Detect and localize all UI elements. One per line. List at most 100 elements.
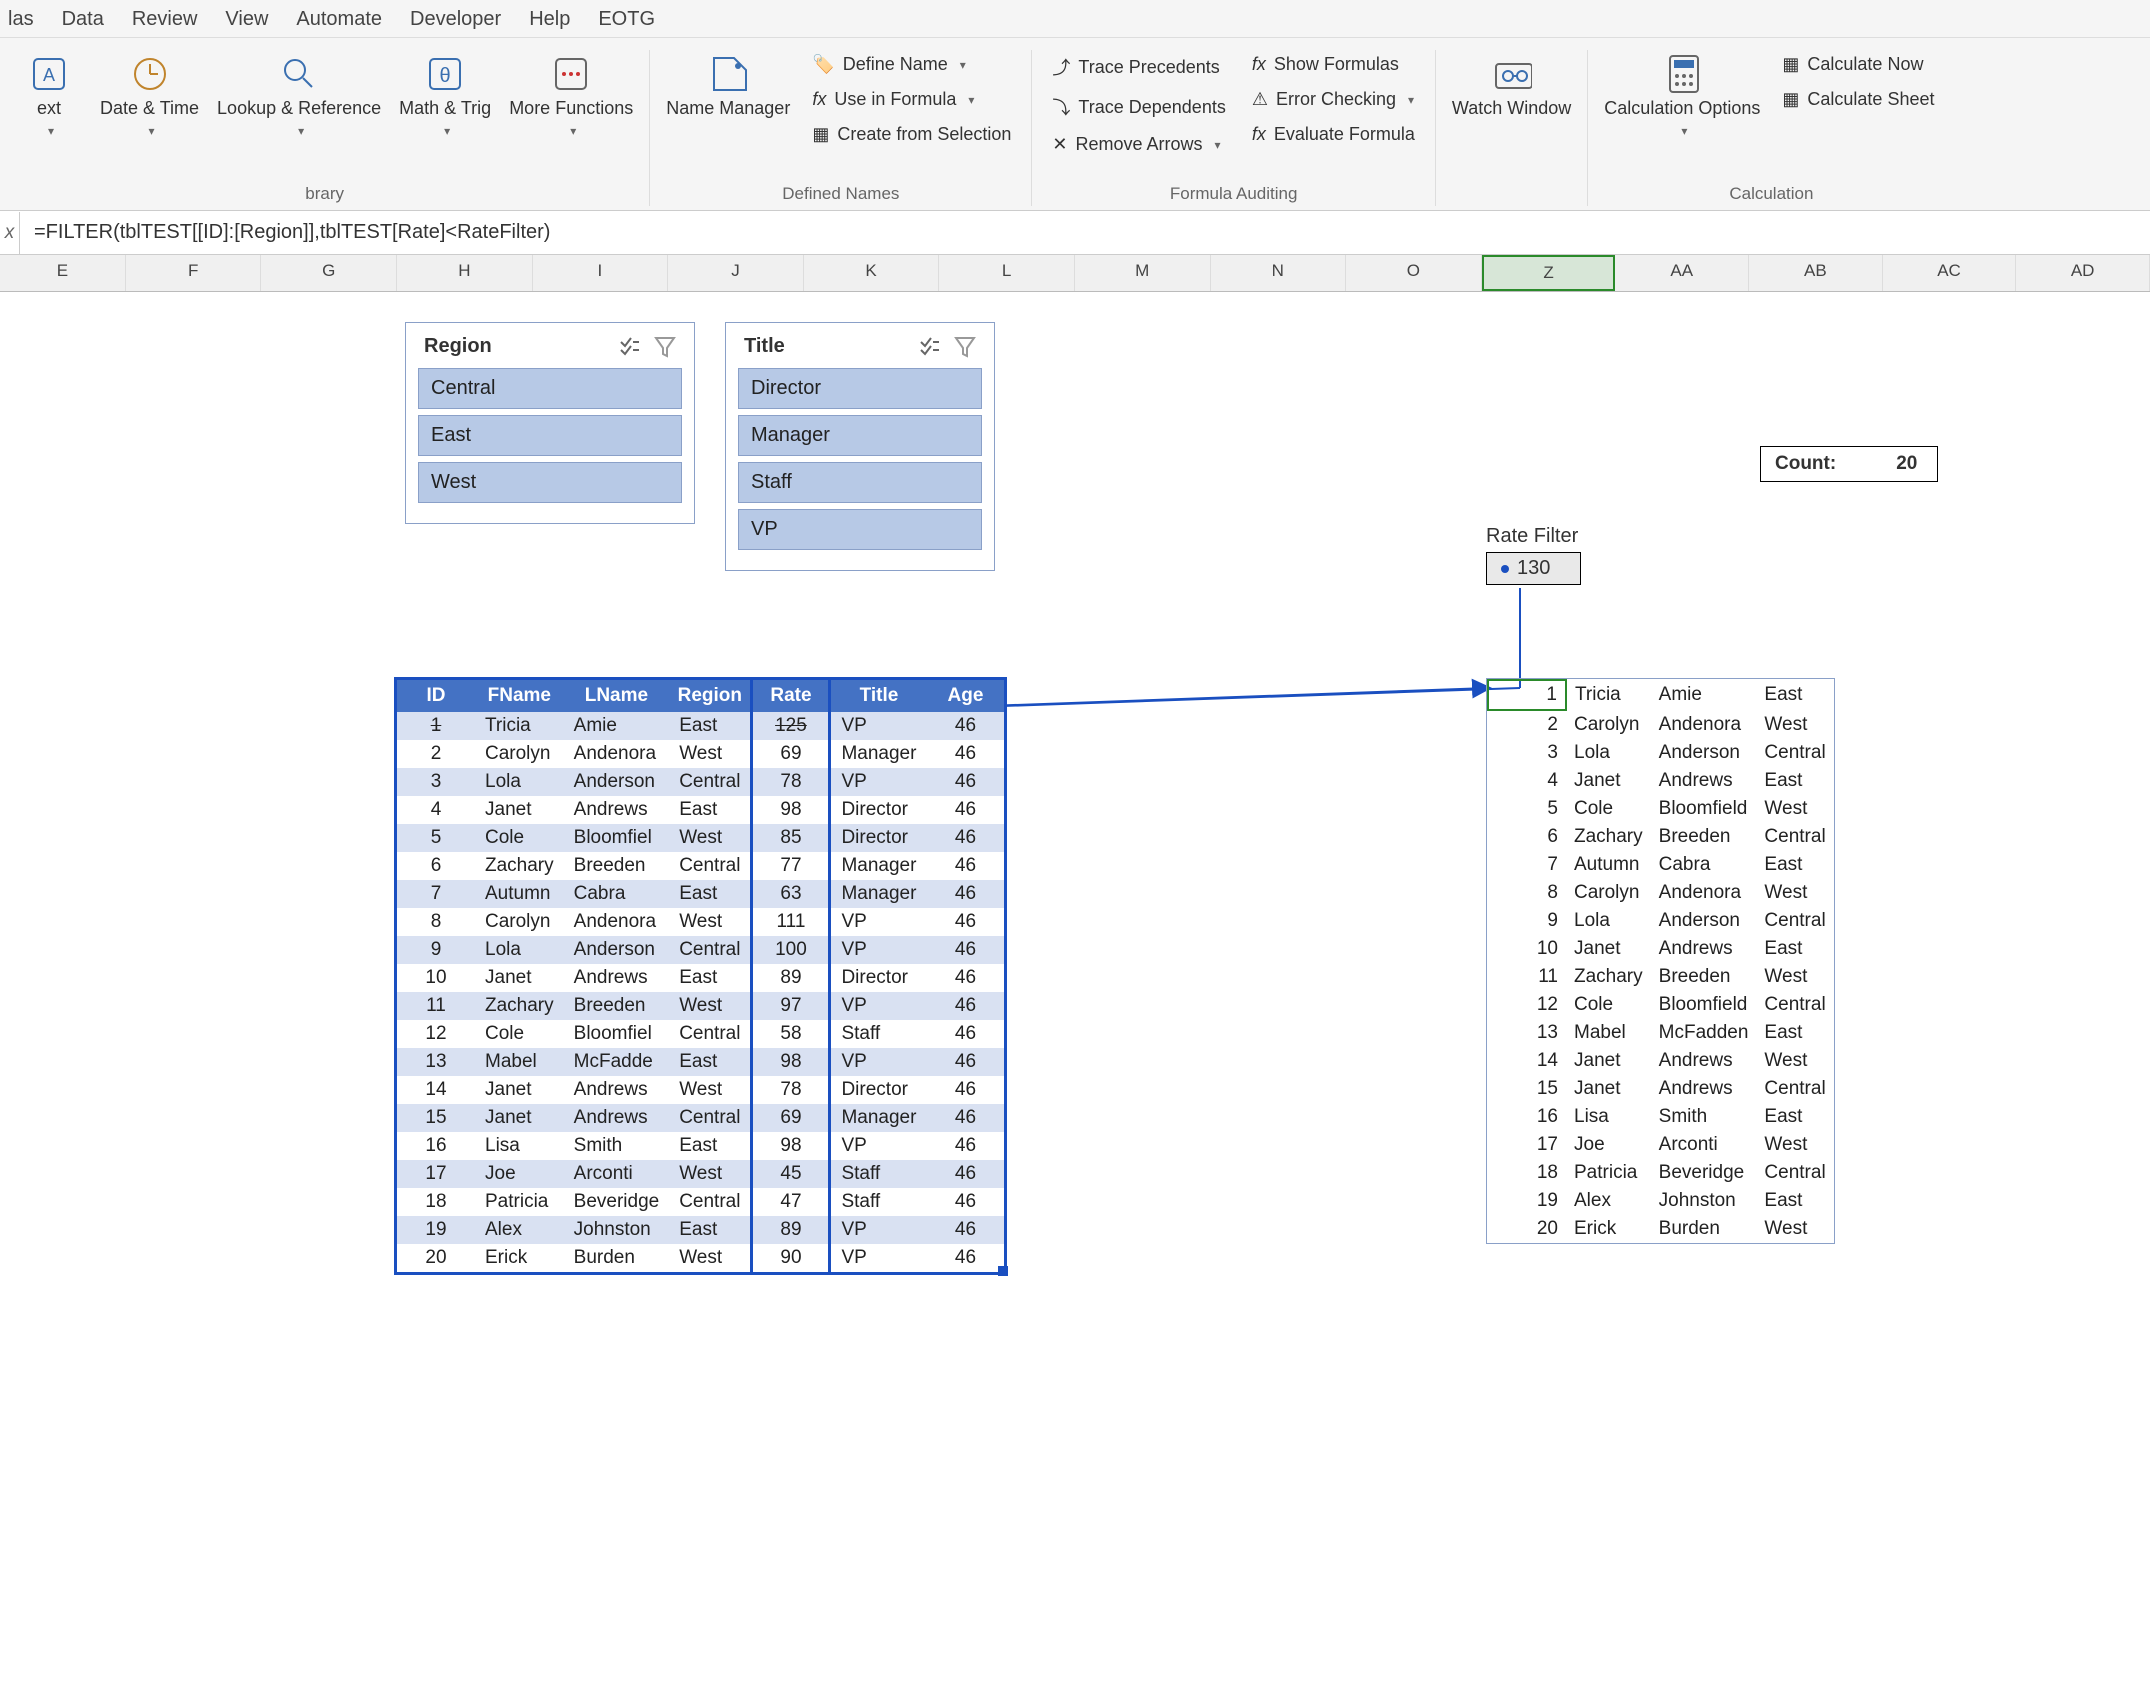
cell[interactable]: 89	[752, 1216, 830, 1244]
slicer-region-item-east[interactable]: East	[418, 415, 682, 456]
col-header-L[interactable]: L	[939, 255, 1075, 291]
table-row[interactable]: 6ZacharyBreedenCentral77Manager46	[397, 852, 1004, 880]
slicer-title-item-vp[interactable]: VP	[738, 509, 982, 550]
cell[interactable]: Burden	[1651, 1215, 1757, 1243]
cell[interactable]: 69	[752, 740, 830, 768]
cell[interactable]: Andrews	[1651, 1075, 1757, 1103]
cell[interactable]: West	[669, 1160, 752, 1188]
table-row[interactable]: 5ColeBloomfielWest85Director46	[397, 824, 1004, 852]
cell[interactable]: East	[1756, 767, 1834, 795]
table-row[interactable]: 13MabelMcFaddeEast98VP46	[397, 1048, 1004, 1076]
result-row[interactable]: 9LolaAndersonCentral	[1488, 907, 1834, 935]
table-header-region[interactable]: Region	[669, 680, 752, 712]
result-row[interactable]: 4JanetAndrewsEast	[1488, 767, 1834, 795]
cell[interactable]: Janet	[475, 1104, 564, 1132]
remove-arrows-button[interactable]: ✕Remove Arrows▾	[1046, 130, 1231, 159]
cell[interactable]: West	[1756, 710, 1834, 739]
cell[interactable]: 6	[397, 852, 475, 880]
result-row[interactable]: 13MabelMcFaddenEast	[1488, 1019, 1834, 1047]
result-row[interactable]: 19AlexJohnstonEast	[1488, 1187, 1834, 1215]
cell[interactable]: 98	[752, 1132, 830, 1160]
col-header-Z[interactable]: Z	[1482, 255, 1616, 291]
cell[interactable]: 45	[752, 1160, 830, 1188]
cell[interactable]: Cole	[475, 1020, 564, 1048]
trace-dependents-button[interactable]: ⤵Trace Dependents	[1046, 90, 1231, 124]
formula-input[interactable]: =FILTER(tblTEST[[ID]:[Region]],tblTEST[R…	[20, 211, 2150, 254]
cell[interactable]: 111	[752, 908, 830, 936]
cell[interactable]: Erick	[475, 1244, 564, 1272]
cell[interactable]: 15	[1488, 1075, 1566, 1103]
col-header-AB[interactable]: AB	[1749, 255, 1883, 291]
cell[interactable]: 16	[397, 1132, 475, 1160]
cell[interactable]: 12	[1488, 991, 1566, 1019]
cell[interactable]: 46	[926, 796, 1004, 824]
cell[interactable]: Breeden	[1651, 823, 1757, 851]
datetime-fn-button[interactable]: Date & Time▾	[98, 50, 201, 142]
watch-window-button[interactable]: Watch Window	[1450, 50, 1573, 124]
cell[interactable]: Andenora	[564, 908, 670, 936]
error-checking-button[interactable]: ⚠Error Checking▾	[1246, 85, 1421, 114]
col-header-K[interactable]: K	[804, 255, 940, 291]
cell[interactable]: Central	[1756, 1159, 1834, 1187]
cell[interactable]: 9	[1488, 907, 1566, 935]
cell[interactable]: 46	[926, 908, 1004, 936]
cell[interactable]: 46	[926, 992, 1004, 1020]
cell[interactable]: 46	[926, 1160, 1004, 1188]
cell[interactable]: 63	[752, 880, 830, 908]
cell[interactable]: Joe	[1566, 1131, 1651, 1159]
cell[interactable]: 3	[1488, 739, 1566, 767]
cell[interactable]: East	[669, 1132, 752, 1160]
cell[interactable]: Cole	[475, 824, 564, 852]
cell[interactable]: East	[669, 1216, 752, 1244]
cell[interactable]: Andenora	[1651, 879, 1757, 907]
cell[interactable]: Bloomfiel	[564, 824, 670, 852]
col-header-G[interactable]: G	[261, 255, 397, 291]
cell[interactable]: East	[669, 796, 752, 824]
cell[interactable]: Andenora	[564, 740, 670, 768]
cell[interactable]: Zachary	[475, 992, 564, 1020]
cell[interactable]: Central	[1756, 907, 1834, 935]
cell[interactable]: VP	[830, 936, 927, 964]
cell[interactable]: 46	[926, 1048, 1004, 1076]
table-row[interactable]: 11ZacharyBreedenWest97VP46	[397, 992, 1004, 1020]
cell[interactable]: 14	[397, 1076, 475, 1104]
cell[interactable]: 7	[1488, 851, 1566, 879]
slicer-title-item-director[interactable]: Director	[738, 368, 982, 409]
cell[interactable]: Arconti	[1651, 1131, 1757, 1159]
table-row[interactable]: 1TriciaAmieEast125VP46	[397, 712, 1004, 740]
cell[interactable]: Janet	[475, 1076, 564, 1104]
table-header-age[interactable]: Age	[926, 680, 1004, 712]
menu-review[interactable]: Review	[132, 8, 198, 31]
cell[interactable]: Andrews	[1651, 767, 1757, 795]
cell[interactable]: Zachary	[475, 852, 564, 880]
calculate-now-button[interactable]: ▦Calculate Now	[1776, 50, 1940, 79]
cell[interactable]: West	[669, 908, 752, 936]
cell[interactable]: 13	[397, 1048, 475, 1076]
cell[interactable]: Carolyn	[475, 908, 564, 936]
cell[interactable]: 46	[926, 1104, 1004, 1132]
text-fn-button[interactable]: A ext▾	[14, 50, 84, 142]
cell[interactable]: Janet	[1566, 935, 1651, 963]
cell[interactable]: 98	[752, 796, 830, 824]
cell[interactable]: Central	[669, 768, 752, 796]
result-row[interactable]: 14JanetAndrewsWest	[1488, 1047, 1834, 1075]
cell[interactable]: Andrews	[564, 796, 670, 824]
cell[interactable]: East	[1756, 1187, 1834, 1215]
cell[interactable]: Staff	[830, 1188, 927, 1216]
cell[interactable]: Central	[1756, 823, 1834, 851]
cell[interactable]: VP	[830, 768, 927, 796]
cell[interactable]: 98	[752, 1048, 830, 1076]
col-header-O[interactable]: O	[1346, 255, 1482, 291]
cell[interactable]: 2	[1488, 710, 1566, 739]
cell[interactable]: VP	[830, 908, 927, 936]
cell[interactable]: Central	[1756, 739, 1834, 767]
cell[interactable]: Autumn	[1566, 851, 1651, 879]
cell[interactable]: Anderson	[564, 936, 670, 964]
result-row[interactable]: 17JoeArcontiWest	[1488, 1131, 1834, 1159]
slicer-title-item-staff[interactable]: Staff	[738, 462, 982, 503]
cell[interactable]: Andrews	[564, 964, 670, 992]
cell[interactable]: Bloomfiel	[564, 1020, 670, 1048]
mathtrig-fn-button[interactable]: θ Math & Trig▾	[397, 50, 493, 142]
result-row[interactable]: 20ErickBurdenWest	[1488, 1215, 1834, 1243]
cell[interactable]: 97	[752, 992, 830, 1020]
